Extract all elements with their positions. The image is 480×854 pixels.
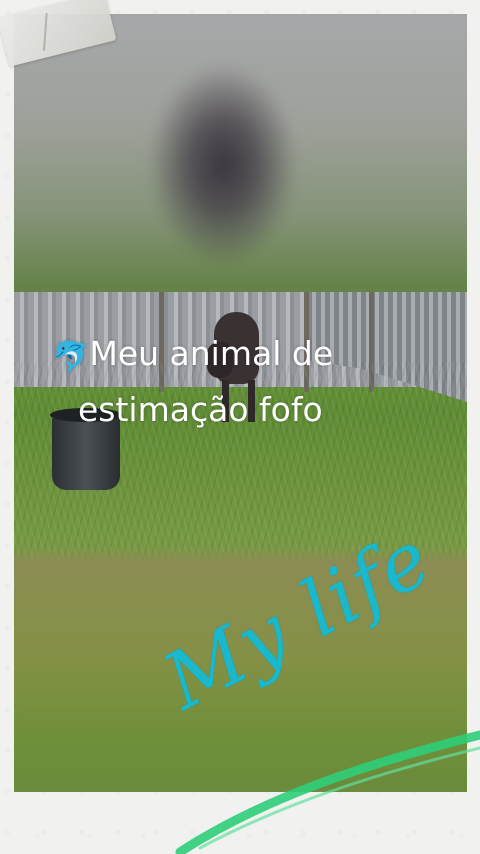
caption-text: 🐬Meu animal de estimação fofo [52,328,462,436]
blurred-top-background [14,14,467,301]
dolphin-icon: 🐬 [52,340,90,375]
caption-line-2: estimação fofo [78,390,323,429]
caption-line-1: Meu animal de [89,334,334,373]
